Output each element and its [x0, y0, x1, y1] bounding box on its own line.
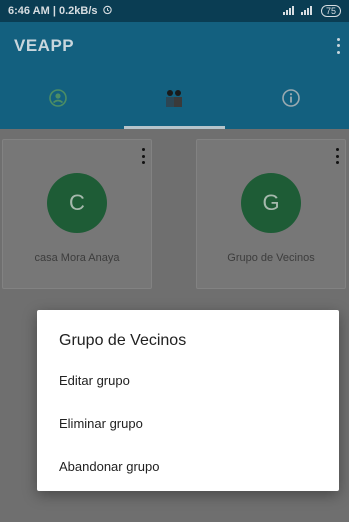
- signal-icon: [282, 5, 317, 17]
- alarm-icon: [102, 4, 113, 18]
- delete-group-option[interactable]: Eliminar grupo: [59, 416, 143, 431]
- app-bar: VEAPP: [0, 22, 349, 72]
- tab-contacts[interactable]: [0, 72, 116, 129]
- dialog-title: Grupo de Vecinos: [59, 332, 187, 349]
- status-time: 6:46 AM | 0.2kB/s: [8, 5, 98, 17]
- tab-groups[interactable]: [116, 72, 232, 129]
- group-name: Grupo de Vecinos: [227, 252, 315, 264]
- people-icon: [163, 88, 185, 113]
- group-card[interactable]: G Grupo de Vecinos: [196, 139, 346, 289]
- tab-info[interactable]: [233, 72, 349, 129]
- status-right: 75: [282, 5, 341, 17]
- person-group-icon: [48, 88, 68, 113]
- leave-group-option[interactable]: Abandonar grupo: [59, 459, 159, 474]
- card-menu-icon[interactable]: [333, 148, 341, 164]
- group-name: casa Mora Anaya: [34, 252, 120, 264]
- group-options-dialog: Grupo de Vecinos Editar grupo Eliminar g…: [37, 310, 339, 491]
- card-menu-icon[interactable]: [139, 148, 147, 164]
- app-title: VEAPP: [14, 36, 75, 55]
- battery-indicator: 75: [320, 5, 341, 17]
- tab-bar: [0, 72, 349, 129]
- info-icon: [281, 88, 301, 113]
- edit-group-option[interactable]: Editar grupo: [59, 373, 130, 388]
- overflow-menu-icon[interactable]: [333, 36, 343, 56]
- group-card[interactable]: C casa Mora Anaya: [2, 139, 152, 289]
- group-avatar: G: [241, 173, 301, 233]
- group-avatar: C: [47, 173, 107, 233]
- status-bar: 6:46 AM | 0.2kB/s 75: [0, 0, 349, 22]
